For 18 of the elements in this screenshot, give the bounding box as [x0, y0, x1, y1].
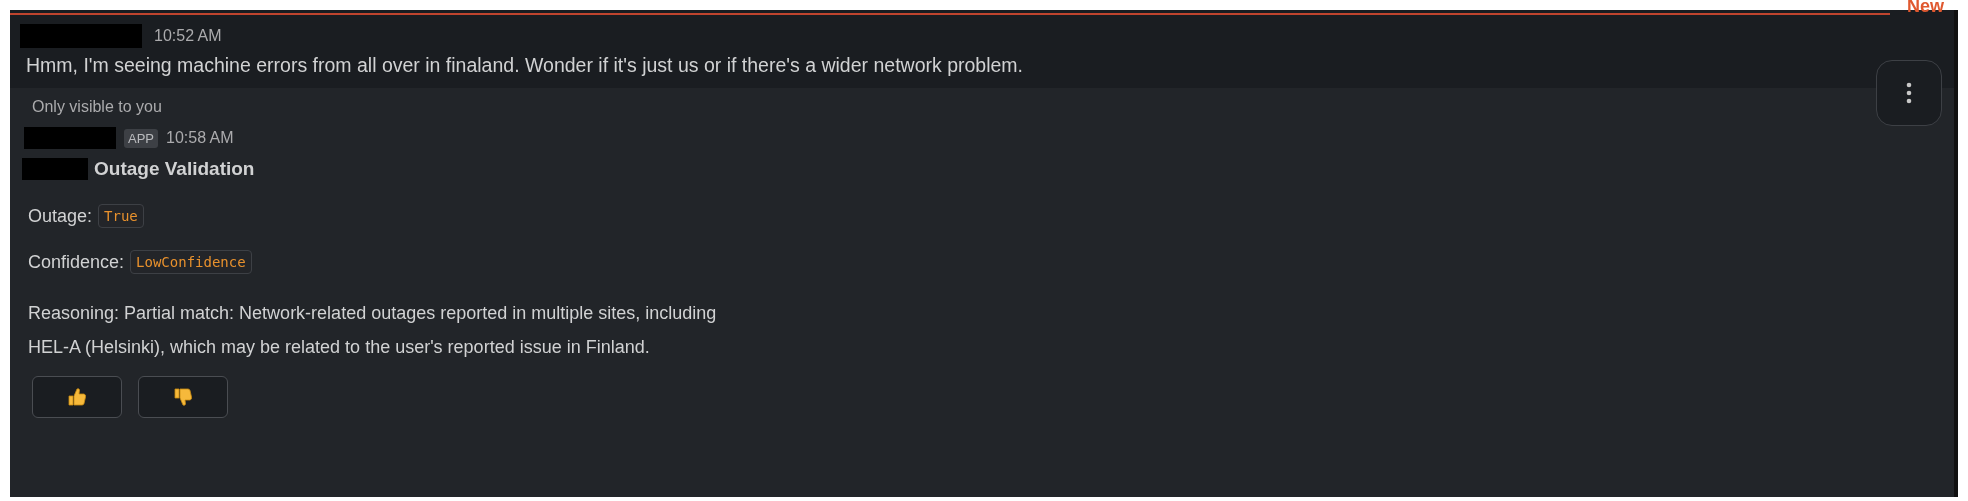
message-time: 10:58 AM [166, 129, 234, 147]
message-text: Hmm, I'm seeing machine errors from all over in finaland. Wonder if it's just us or if there's a wider network problem. [26, 53, 1024, 78]
reasoning-text: Reasoning: Partial match: Network-related outages reported in multiple sites, including [28, 302, 718, 325]
thumbs-up-button[interactable] [32, 376, 122, 418]
thumbs-up-icon [67, 387, 87, 407]
field-label: Confidence: [28, 251, 125, 273]
app-badge: APP [124, 128, 158, 148]
field-value: LowConfidence [130, 250, 252, 274]
visibility-notice: Only visible to you [32, 97, 163, 117]
reasoning-text: HEL-A (Helsinki), which may be related to the user's reported issue in Finland. [28, 336, 651, 359]
more-icon [1906, 82, 1912, 104]
redacted-block [22, 158, 88, 180]
message-title: Outage Validation [94, 158, 255, 180]
field-label: Outage: [28, 205, 93, 227]
message-time: 10:52 AM [154, 27, 222, 45]
field-value: True [98, 204, 144, 228]
thumbs-down-button[interactable] [138, 376, 228, 418]
thumbs-down-icon [173, 387, 193, 407]
